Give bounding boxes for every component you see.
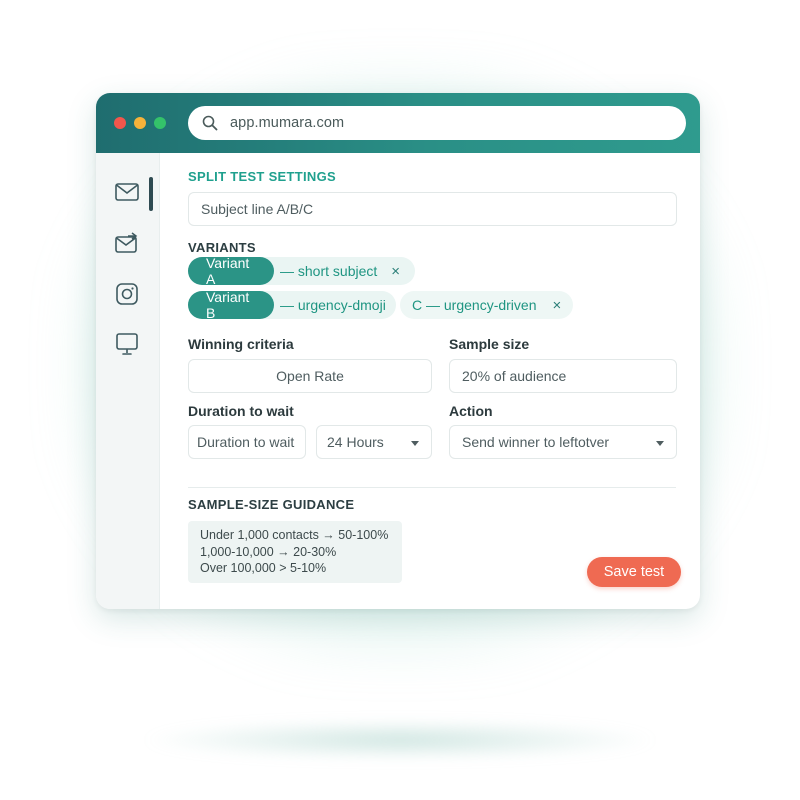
- remove-variant-a-icon[interactable]: ×: [391, 264, 400, 279]
- variant-c-text: C — urgency-driven: [412, 297, 537, 313]
- action-select[interactable]: Send winner to leftotver: [449, 425, 677, 459]
- chevron-down-icon: [411, 441, 419, 446]
- mail-forward-icon[interactable]: [114, 231, 140, 257]
- guidance-box: Under 1,000 contacts → 50-100% 1,000-10,…: [188, 521, 402, 583]
- variant-b-pill: Variant B: [188, 289, 274, 321]
- remove-variant-c-icon[interactable]: ×: [553, 298, 562, 313]
- winning-criteria-select[interactable]: Open Rate: [188, 359, 432, 393]
- sidebar-active-indicator: [149, 177, 153, 211]
- variant-a-pill: Variant A: [188, 255, 274, 287]
- variant-chip-b[interactable]: Variant B — urgency-dmoji: [188, 289, 396, 321]
- test-type-field[interactable]: Subject line A/B/C: [188, 192, 677, 226]
- variant-chip-c[interactable]: C — urgency-driven ×: [400, 291, 573, 319]
- monitor-icon[interactable]: [114, 331, 140, 357]
- instagram-icon[interactable]: [114, 281, 140, 307]
- maximize-window-button[interactable]: [154, 117, 166, 129]
- close-window-button[interactable]: [114, 117, 126, 129]
- variant-b-text: — urgency-dmoji: [280, 297, 386, 313]
- variants-title: VARIANTS: [188, 240, 256, 255]
- sidebar: [96, 153, 160, 609]
- browser-window: app.mumara.com SPLIT TEST SETTINGS Subje…: [96, 93, 700, 609]
- guidance-line: 1,000-10,000 → 20-30%: [200, 544, 337, 559]
- guidance-title: SAMPLE-SIZE GUIDANCE: [188, 497, 355, 512]
- guidance-line: Over 100,000 > 5-10%: [200, 561, 327, 575]
- variant-chip-a[interactable]: Variant A — short subject ×: [188, 255, 415, 287]
- mail-icon[interactable]: [114, 179, 140, 205]
- duration-input[interactable]: Duration to wait: [188, 425, 306, 459]
- url-text: app.mumara.com: [230, 115, 345, 131]
- split-test-panel: SPLIT TEST SETTINGS Subject line A/B/C V…: [160, 153, 700, 609]
- guidance-line: Under 1,000 contacts → 50-100%: [200, 528, 389, 542]
- search-icon: [202, 115, 218, 131]
- action-select-value: Send winner to leftotver: [462, 434, 610, 450]
- duration-select[interactable]: 24 Hours: [316, 425, 432, 459]
- address-bar[interactable]: app.mumara.com: [188, 106, 686, 140]
- action-label: Action: [449, 403, 493, 419]
- sample-size-label: Sample size: [449, 336, 530, 352]
- variant-a-text: — short subject: [280, 263, 378, 279]
- save-test-button[interactable]: Save test: [587, 557, 681, 587]
- sample-size-field[interactable]: 20% of audience: [449, 359, 677, 393]
- duration-select-value: 24 Hours: [327, 434, 384, 450]
- split-test-settings-title: SPLIT TEST SETTINGS: [188, 169, 336, 184]
- browser-titlebar: app.mumara.com: [96, 93, 700, 153]
- floor-shadow: [140, 720, 660, 760]
- duration-label: Duration to wait: [188, 403, 294, 419]
- winning-criteria-label: Winning criteria: [188, 336, 294, 352]
- chevron-down-icon: [656, 441, 664, 446]
- minimize-window-button[interactable]: [134, 117, 146, 129]
- section-divider: [188, 487, 676, 488]
